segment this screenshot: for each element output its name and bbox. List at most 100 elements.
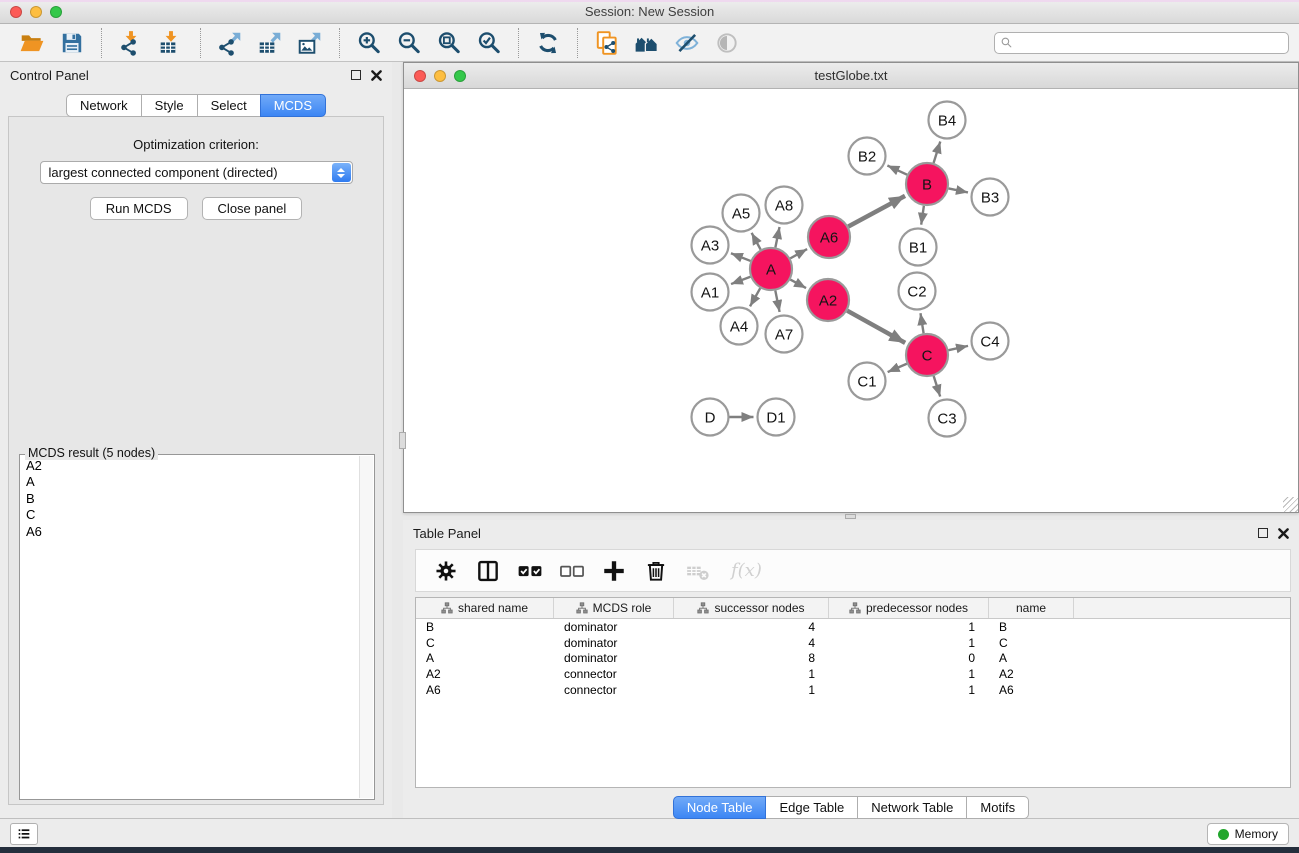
import-network-button[interactable] (116, 28, 146, 58)
table-cell[interactable]: C (989, 636, 1074, 650)
search-box[interactable] (994, 32, 1289, 54)
task-history-button[interactable] (10, 823, 38, 845)
table-cell[interactable]: 8 (674, 651, 829, 665)
table-row[interactable]: Adominator80A (416, 651, 1290, 667)
graph-edge-B-B3[interactable] (949, 188, 968, 192)
mcds-result-item[interactable]: C (22, 507, 358, 523)
export-image-button[interactable] (295, 28, 325, 58)
deselect-all-columns-button[interactable] (557, 556, 587, 586)
graph-node-D[interactable]: D (692, 399, 729, 436)
table-cell[interactable]: A2 (416, 667, 554, 681)
column-header-shared-name[interactable]: shared name (416, 598, 554, 618)
zoom-out-button[interactable] (394, 28, 424, 58)
new-network-from-selection-button[interactable] (592, 28, 622, 58)
graph-edge-A-A1[interactable] (731, 277, 750, 284)
graph-edge-B-B4[interactable] (934, 141, 941, 163)
float-table-panel-icon[interactable] (1258, 528, 1268, 538)
table-row[interactable]: A6connector11A6 (416, 682, 1290, 698)
save-session-button[interactable] (57, 28, 87, 58)
graph-node-A4[interactable]: A4 (721, 308, 758, 345)
graph-edge-A2-C[interactable] (847, 311, 905, 343)
close-panel-button[interactable]: Close panel (202, 197, 303, 220)
export-table-button[interactable] (255, 28, 285, 58)
column-header-predecessor-nodes[interactable]: predecessor nodes (829, 598, 989, 618)
open-session-button[interactable] (17, 28, 47, 58)
first-neighbors-button[interactable] (632, 28, 662, 58)
memory-button[interactable]: Memory (1207, 823, 1289, 845)
graph-node-A8[interactable]: A8 (766, 187, 803, 224)
column-header-name[interactable]: name (989, 598, 1074, 618)
graph-node-A2[interactable]: A2 (807, 279, 849, 321)
network-window-titlebar[interactable]: testGlobe.txt (404, 63, 1298, 89)
delete-columns-button[interactable] (641, 556, 671, 586)
column-header-MCDS-role[interactable]: MCDS role (554, 598, 674, 618)
column-header-successor-nodes[interactable]: successor nodes (674, 598, 829, 618)
table-cell[interactable]: 4 (674, 620, 829, 634)
mcds-result-scrollbar[interactable] (359, 456, 373, 798)
graph-node-A6[interactable]: A6 (808, 216, 850, 258)
vertical-split-handle[interactable] (399, 432, 406, 449)
graph-node-B4[interactable]: B4 (929, 102, 966, 139)
graph-node-C3[interactable]: C3 (929, 400, 966, 437)
select-all-columns-button[interactable] (515, 556, 545, 586)
table-settings-button[interactable] (431, 556, 461, 586)
mcds-result-item[interactable]: A2 (22, 458, 358, 474)
graph-node-C2[interactable]: C2 (899, 273, 936, 310)
graph-edge-C-C2[interactable] (920, 313, 923, 333)
table-cell[interactable]: dominator (554, 620, 674, 634)
table-cell[interactable]: 1 (829, 683, 989, 697)
graph-edge-A-A3[interactable] (731, 253, 751, 261)
table-cell[interactable]: 1 (674, 683, 829, 697)
graph-node-B2[interactable]: B2 (849, 138, 886, 175)
zoom-in-button[interactable] (354, 28, 384, 58)
zoom-fit-button[interactable] (434, 28, 464, 58)
import-table-button[interactable] (156, 28, 186, 58)
graph-edge-C-C3[interactable] (934, 376, 941, 397)
table-cell[interactable]: B (416, 620, 554, 634)
graph-node-A7[interactable]: A7 (766, 316, 803, 353)
table-cell[interactable]: C (416, 636, 554, 650)
table-cell[interactable]: dominator (554, 636, 674, 650)
table-cell[interactable]: connector (554, 667, 674, 681)
tab-edge-table[interactable]: Edge Table (765, 796, 858, 819)
tab-motifs[interactable]: Motifs (966, 796, 1029, 819)
table-cell[interactable]: dominator (554, 651, 674, 665)
mcds-result-item[interactable]: A (22, 474, 358, 490)
add-column-button[interactable] (599, 556, 629, 586)
float-panel-icon[interactable] (351, 70, 361, 80)
graph-edge-A-A6[interactable] (790, 249, 807, 258)
table-cell[interactable]: 4 (674, 636, 829, 650)
run-mcds-button[interactable]: Run MCDS (90, 197, 188, 220)
graph-edge-A-A4[interactable] (750, 288, 760, 306)
graph-edge-A-A8[interactable] (775, 227, 779, 247)
table-row[interactable]: Bdominator41B (416, 619, 1290, 635)
graph-node-A5[interactable]: A5 (723, 195, 760, 232)
zoom-selected-button[interactable] (474, 28, 504, 58)
search-input[interactable] (1013, 34, 1288, 52)
apply-layout-button[interactable] (533, 28, 563, 58)
mcds-result-item[interactable]: B (22, 491, 358, 507)
table-cell[interactable]: 1 (829, 636, 989, 650)
graph-edge-A6-B[interactable] (848, 196, 905, 227)
graph-edge-A-A7[interactable] (775, 291, 779, 312)
table-cell[interactable]: B (989, 620, 1074, 634)
hide-selected-button[interactable] (672, 28, 702, 58)
graph-node-A[interactable]: A (750, 248, 792, 290)
graph-edge-A-A5[interactable] (752, 233, 761, 250)
graph-node-A3[interactable]: A3 (692, 227, 729, 264)
graph-node-A1[interactable]: A1 (692, 274, 729, 311)
tab-node-table[interactable]: Node Table (673, 796, 767, 819)
tab-select[interactable]: Select (197, 94, 261, 117)
graph-node-B[interactable]: B (906, 163, 948, 205)
graph-edge-B-B1[interactable] (921, 206, 924, 225)
graph-edge-C-C4[interactable] (948, 346, 968, 350)
table-row[interactable]: A2connector11A2 (416, 666, 1290, 682)
close-table-panel-icon[interactable] (1278, 528, 1289, 539)
table-cell[interactable]: 1 (829, 620, 989, 634)
close-panel-icon[interactable] (371, 70, 382, 81)
graph-node-B3[interactable]: B3 (972, 179, 1009, 216)
export-network-button[interactable] (215, 28, 245, 58)
mcds-result-item[interactable]: A6 (22, 524, 358, 540)
table-cell[interactable]: A (416, 651, 554, 665)
table-cell[interactable]: 1 (829, 667, 989, 681)
